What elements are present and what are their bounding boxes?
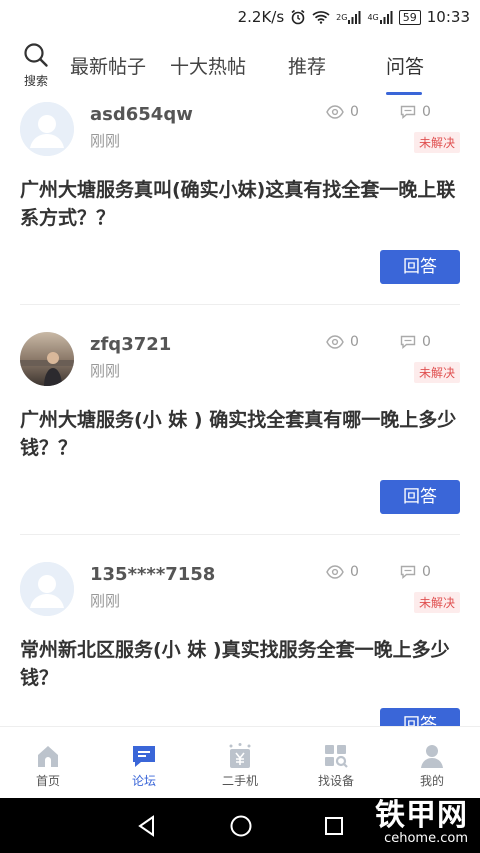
nav-home-label: 首页	[35, 774, 60, 788]
post-time: 刚刚	[90, 362, 121, 380]
post-card[interactable]: asd654qw 刚刚 0 0 未解决 广州大塘服务真叫(确实小妹)这真有找全套…	[0, 96, 480, 306]
signal-4g-label: 4G	[367, 12, 379, 22]
avatar[interactable]	[20, 562, 74, 616]
comment-count: 0	[400, 334, 431, 350]
comment-count-value: 0	[422, 564, 431, 580]
default-avatar-icon	[20, 562, 74, 616]
comment-count-value: 0	[422, 104, 431, 120]
tab-latest-posts[interactable]: 最新帖子	[70, 52, 170, 82]
eye-icon	[326, 105, 344, 119]
avatar[interactable]	[20, 332, 74, 386]
view-count: 0	[326, 564, 359, 580]
view-count: 0	[326, 334, 359, 350]
search-icon	[24, 43, 48, 67]
status-bar: 2.2K/s 2G 4G 59 10:33	[0, 0, 480, 34]
divider	[20, 304, 460, 305]
comment-icon	[400, 335, 416, 349]
forum-icon	[133, 746, 155, 767]
nav-forum-label: 论坛	[131, 774, 156, 788]
recents-icon[interactable]	[323, 815, 345, 837]
eye-icon	[326, 335, 344, 349]
default-avatar-icon	[20, 102, 74, 156]
comment-count-value: 0	[422, 334, 431, 350]
back-icon[interactable]	[135, 814, 159, 838]
comment-icon	[400, 105, 416, 119]
post-username[interactable]: zfq3721	[90, 334, 171, 355]
tab-qa[interactable]: 问答	[386, 52, 446, 82]
alarm-icon	[290, 9, 306, 25]
comment-count: 0	[400, 564, 431, 580]
answer-button[interactable]: 回答	[380, 250, 460, 284]
watermark: 铁甲网 cehome.com	[375, 800, 468, 846]
nav-profile-label: 我的	[419, 774, 444, 788]
post-title[interactable]: 广州大塘服务真叫(确实小妹)这真有找全套一晚上联系方式？？	[20, 176, 460, 232]
second-hand-icon	[229, 743, 251, 768]
post-username[interactable]: 135****7158	[90, 564, 215, 585]
battery-indicator: 59	[398, 9, 421, 25]
eye-icon	[326, 565, 344, 579]
network-speed: 2.2K/s	[237, 8, 285, 26]
comment-icon	[400, 565, 416, 579]
find-equipment-icon	[325, 745, 348, 768]
home-icon	[38, 746, 58, 767]
post-username[interactable]: asd654qw	[90, 104, 193, 125]
qa-feed[interactable]: asd654qw 刚刚 0 0 未解决 广州大塘服务真叫(确实小妹)这真有找全套…	[0, 96, 480, 726]
nav-home[interactable]: 首页	[0, 727, 96, 798]
nav-second-hand-label: 二手机	[221, 774, 258, 788]
view-count-value: 0	[350, 564, 359, 580]
post-time: 刚刚	[90, 132, 121, 150]
post-title[interactable]: 常州新北区服务(小 妹 )真实找服务全套一晚上多少钱？	[20, 636, 460, 692]
nav-second-hand[interactable]: 二手机	[192, 727, 288, 798]
answer-button[interactable]: 回答	[380, 480, 460, 514]
profile-icon	[421, 745, 443, 768]
divider	[20, 534, 460, 535]
wifi-icon	[312, 10, 330, 24]
home-circle-icon[interactable]	[229, 814, 253, 838]
search-label: 搜索	[23, 74, 48, 88]
comment-count: 0	[400, 104, 431, 120]
post-card[interactable]: zfq3721 刚刚 0 0 未解决 广州大塘服务(小 妹 ) 确实找全套真有哪…	[0, 326, 480, 536]
bottom-nav: 首页 论坛 二手机 找设备 我的	[0, 726, 480, 798]
watermark-brand: 铁甲网	[375, 798, 468, 833]
view-count: 0	[326, 104, 359, 120]
nav-profile[interactable]: 我的	[384, 727, 480, 798]
status-badge: 未解决	[413, 592, 460, 613]
answer-button[interactable]: 回答	[380, 708, 460, 726]
view-count-value: 0	[350, 104, 359, 120]
avatar[interactable]	[20, 102, 74, 156]
top-tab-bar: 搜索 最新帖子 十大热帖 推荐 问答	[0, 34, 480, 96]
signal-2g-icon: 2G	[336, 10, 361, 24]
status-badge: 未解决	[413, 362, 460, 383]
tab-list: 最新帖子 十大热帖 推荐 问答	[70, 52, 446, 82]
post-card[interactable]: 135****7158 刚刚 0 0 未解决 常州新北区服务(小 妹 )真实找服…	[0, 556, 480, 726]
signal-2g-label: 2G	[336, 12, 348, 22]
nav-find-equipment[interactable]: 找设备	[288, 727, 384, 798]
signal-4g-icon: 4G	[367, 10, 393, 24]
status-badge: 未解决	[413, 132, 460, 153]
view-count-value: 0	[350, 334, 359, 350]
post-time: 刚刚	[90, 592, 121, 610]
active-tab-indicator	[386, 92, 422, 95]
tab-recommended[interactable]: 推荐	[288, 52, 386, 82]
nav-find-equipment-label: 找设备	[317, 774, 354, 788]
search-button[interactable]: 搜索	[16, 42, 56, 89]
post-title[interactable]: 广州大塘服务(小 妹 ) 确实找全套真有哪一晚上多少钱？？	[20, 406, 460, 462]
watermark-domain: cehome.com	[384, 831, 468, 846]
app-screen: 2.2K/s 2G 4G 59 10:33 搜索 最新帖子 十大热帖 推荐 问答…	[0, 0, 480, 853]
tab-top-ten-hot[interactable]: 十大热帖	[170, 52, 288, 82]
nav-forum[interactable]: 论坛	[96, 727, 192, 798]
clock: 10:33	[426, 8, 470, 26]
user-photo-avatar	[20, 332, 74, 386]
